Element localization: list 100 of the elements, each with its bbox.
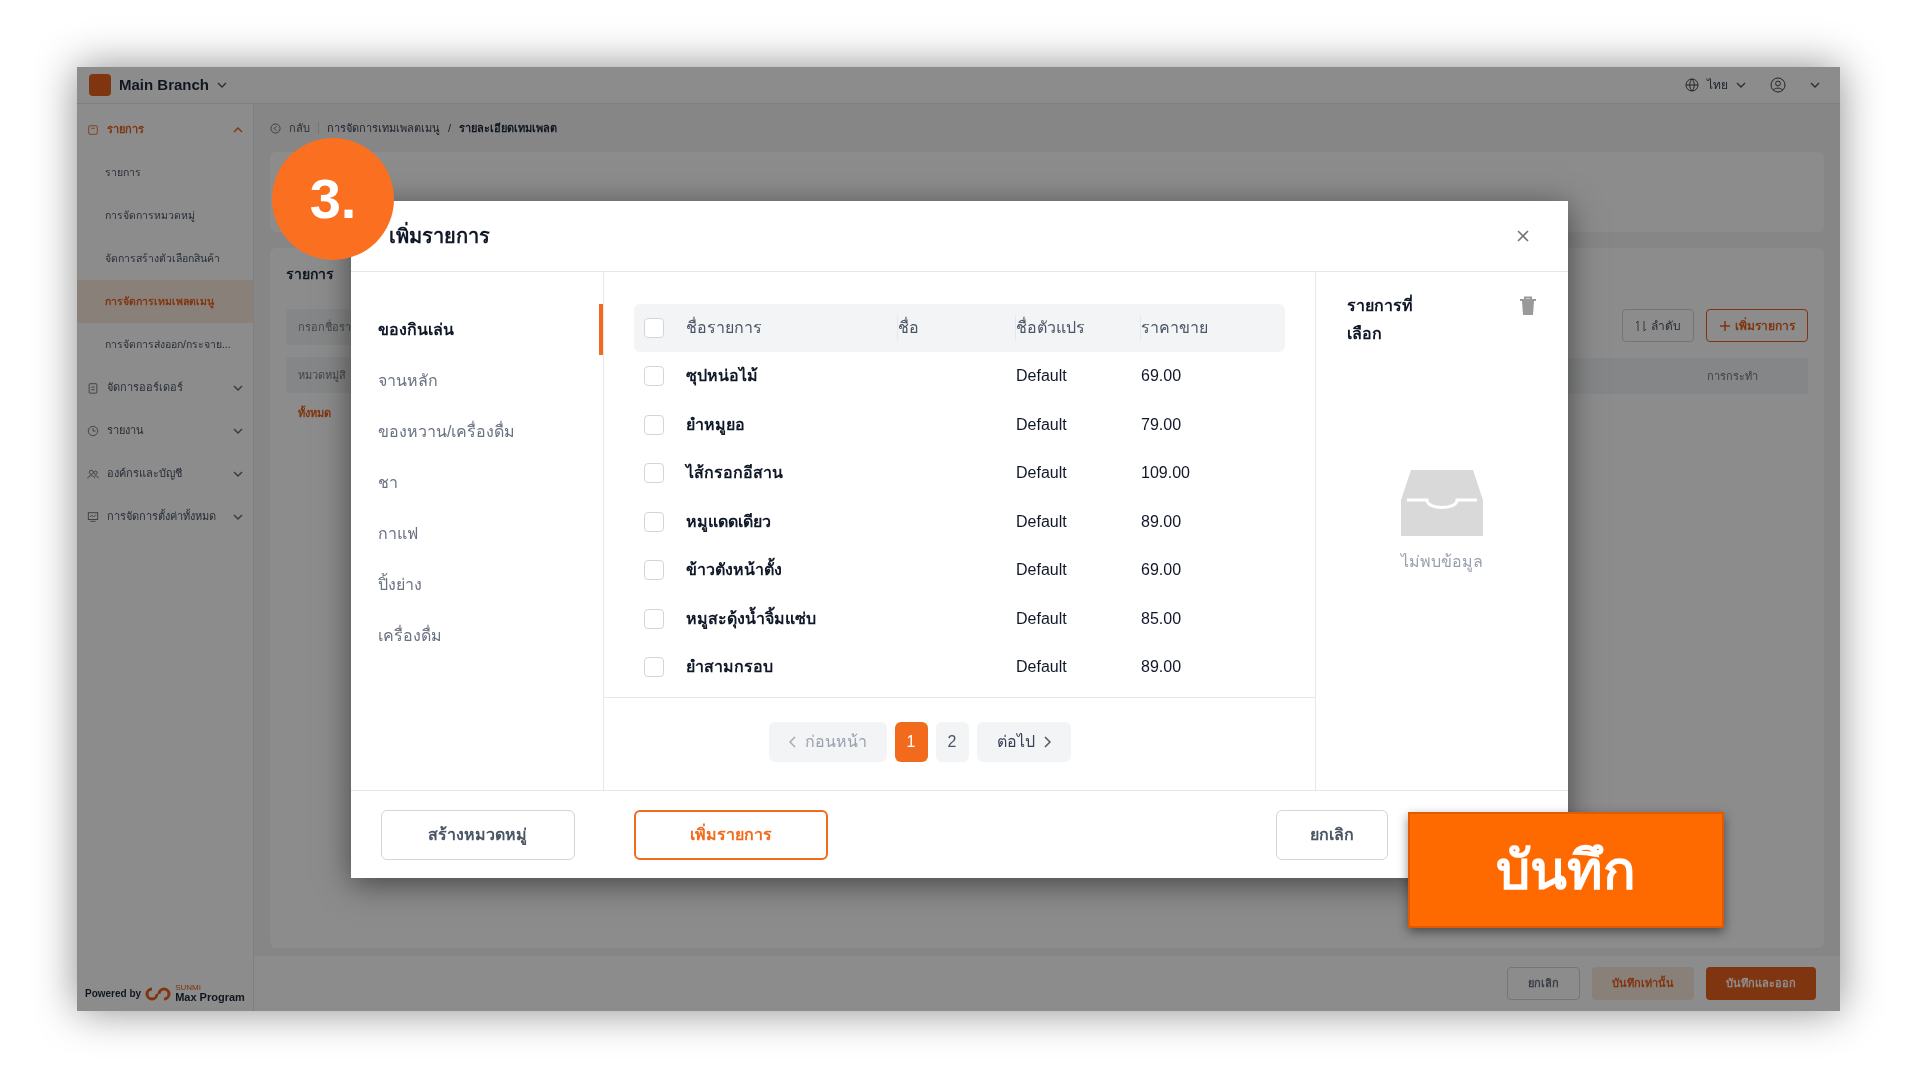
plus-icon	[1719, 319, 1731, 332]
row-checkbox[interactable]	[644, 657, 664, 678]
sidebar-group-label: รายการ	[107, 122, 145, 138]
breadcrumb-current: รายละเอียดเทมเพลต	[459, 120, 558, 136]
breadcrumb-link[interactable]: การจัดการเทมเพลตเมนู	[327, 119, 440, 137]
price-cell-text: 109.00	[1141, 463, 1191, 484]
next-page-button[interactable]: ต่อไป	[976, 722, 1071, 762]
clock-icon	[87, 424, 99, 437]
sidebar-group-label: รายงาน	[107, 423, 145, 439]
globe-icon	[1685, 78, 1699, 92]
category-item[interactable]: เครื่องดื่ม	[351, 610, 603, 661]
footer-button[interactable]: บันทึกและออก	[1706, 967, 1816, 1000]
category-item[interactable]: ของหวาน/เครื่องดื่ม	[351, 406, 603, 457]
row-checkbox[interactable]	[644, 414, 664, 435]
sidebar-group[interactable]: องค์กรและบัญชี	[77, 452, 253, 495]
row-checkbox[interactable]	[644, 463, 664, 484]
close-icon[interactable]	[1516, 229, 1530, 243]
price-cell-text: 89.00	[1141, 511, 1183, 532]
price-cell-text: 69.00	[1141, 560, 1183, 581]
selected-panel-title: รายการที่เลือก	[1347, 292, 1437, 348]
chevron-left-icon	[788, 736, 797, 748]
item-name-cell: หมูสะดุ้งน้ำจิ้มแซ่บ	[686, 606, 898, 631]
column-header: การกระทำ	[1707, 368, 1758, 384]
item-name-cell: ข้าวตังหน้าตั้ง	[686, 558, 898, 583]
column-header: ชื่อตัวแปร	[1016, 316, 1141, 340]
row-checkbox[interactable]	[644, 608, 664, 629]
variant-cell-text: Default	[1016, 463, 1068, 484]
item-name-cell-text: ยำหมูยอ	[686, 414, 746, 437]
variant-cell-text: Default	[1016, 414, 1068, 435]
category-item[interactable]: จานหลัก	[351, 355, 603, 406]
item-name-cell-text: หมูแดดเดียว	[686, 511, 772, 534]
row-checkbox[interactable]	[644, 560, 664, 581]
price-cell-text: 69.00	[1141, 366, 1183, 387]
category-item[interactable]: ปิ้งย่าง	[351, 559, 603, 610]
branch-selector[interactable]: Main Branch	[119, 73, 209, 97]
select-all-checkbox[interactable]	[644, 318, 664, 338]
empty-inbox-icon	[1399, 468, 1485, 538]
column-header: ชื่อรายการ	[686, 316, 898, 340]
variant-cell-text: Default	[1016, 511, 1068, 532]
chevron-right-icon	[1042, 736, 1051, 748]
back-link[interactable]: กลับ	[289, 119, 310, 137]
page-button[interactable]: 1	[894, 722, 928, 762]
item-name-cell-text: ซุปหน่อไม้	[686, 365, 759, 388]
page-button[interactable]: 2	[935, 722, 969, 762]
variant-cell-text: Default	[1016, 657, 1068, 678]
footer-button[interactable]: บันทึกเท่านั้น	[1592, 967, 1694, 1000]
footer-button[interactable]: ยกเลิก	[1507, 967, 1580, 1000]
sort-button[interactable]: ลำดับ	[1622, 309, 1694, 342]
sidebar-group-label: องค์กรและบัญชี	[107, 466, 183, 482]
sort-icon	[1635, 319, 1647, 332]
back-icon	[270, 122, 281, 134]
brand-caption: SUNMI	[175, 984, 202, 992]
add-item-button[interactable]: เพิ่มรายการ	[634, 809, 828, 860]
chevron-icon	[1736, 80, 1746, 90]
sidebar-group-label: การจัดการตั้งค่าทั้งหมด	[107, 508, 217, 525]
row-checkbox[interactable]	[644, 511, 664, 532]
sidebar-item[interactable]: การจัดการเทมเพลตเมนู	[77, 280, 253, 323]
chevron-icon[interactable]	[1810, 80, 1820, 90]
box-icon	[87, 123, 99, 136]
column-header: ชื่อ	[898, 316, 1016, 340]
sidebar-group[interactable]: รายการ	[77, 108, 253, 151]
logo-icon	[89, 74, 111, 96]
item-name-cell-text: ไส้กรอกอีสาน	[686, 462, 784, 484]
language-selector[interactable]: ไทย	[1707, 76, 1728, 94]
brand-name: Max Program	[175, 992, 245, 1003]
column-header: ราคาขาย	[1141, 318, 1209, 338]
brand-logo-icon	[145, 986, 172, 1001]
variant-cell-text: Default	[1016, 608, 1068, 629]
cancel-button[interactable]: ยกเลิก	[1276, 809, 1388, 860]
clipboard-icon	[87, 381, 99, 394]
powered-by-label: Powered by	[85, 987, 142, 1001]
user-icon[interactable]	[1770, 77, 1786, 93]
previous-page-button[interactable]: ก่อนหน้า	[768, 722, 887, 762]
add-item-button[interactable]: เพิ่มรายการ	[1706, 309, 1808, 342]
sidebar-group[interactable]: การจัดการตั้งค่าทั้งหมด	[77, 495, 253, 538]
empty-state-message: ไม่พบข้อมูล	[1401, 552, 1483, 574]
monitor-icon	[87, 510, 99, 523]
sidebar-item[interactable]: การจัดการหมวดหมู่	[77, 194, 253, 237]
sidebar-group[interactable]: รายงาน	[77, 409, 253, 452]
sidebar-item[interactable]: การจัดการส่งออก/กระจาย...	[77, 323, 253, 366]
row-checkbox[interactable]	[644, 366, 664, 387]
create-category-button[interactable]: สร้างหมวดหมู่	[380, 809, 575, 860]
sidebar-item[interactable]: จัดการสร้างตัวเลือกสินค้า	[77, 237, 253, 280]
people-icon	[87, 467, 99, 480]
sidebar-group[interactable]: จัดการออร์เดอร์	[77, 366, 253, 409]
sidebar-group-label: จัดการออร์เดอร์	[107, 380, 184, 396]
category-item[interactable]: ของกินเล่น	[351, 304, 603, 355]
variant-cell-text: Default	[1016, 366, 1068, 387]
variant-cell-text: Default	[1016, 560, 1068, 581]
category-item[interactable]: กาแฟ	[351, 508, 603, 559]
item-name-cell-text: ยำสามกรอบ	[686, 657, 774, 678]
price-cell-text: 79.00	[1141, 414, 1183, 435]
sidebar-item[interactable]: รายการ	[77, 151, 253, 194]
breadcrumb-separator: /	[448, 120, 452, 136]
trash-icon[interactable]	[1519, 296, 1537, 316]
category-item[interactable]: ชา	[351, 457, 603, 508]
price-cell-text: 89.00	[1141, 657, 1183, 678]
price-cell-text: 85.00	[1141, 608, 1183, 629]
card-title: รายการ	[286, 265, 335, 284]
chevron-icon	[217, 80, 227, 90]
